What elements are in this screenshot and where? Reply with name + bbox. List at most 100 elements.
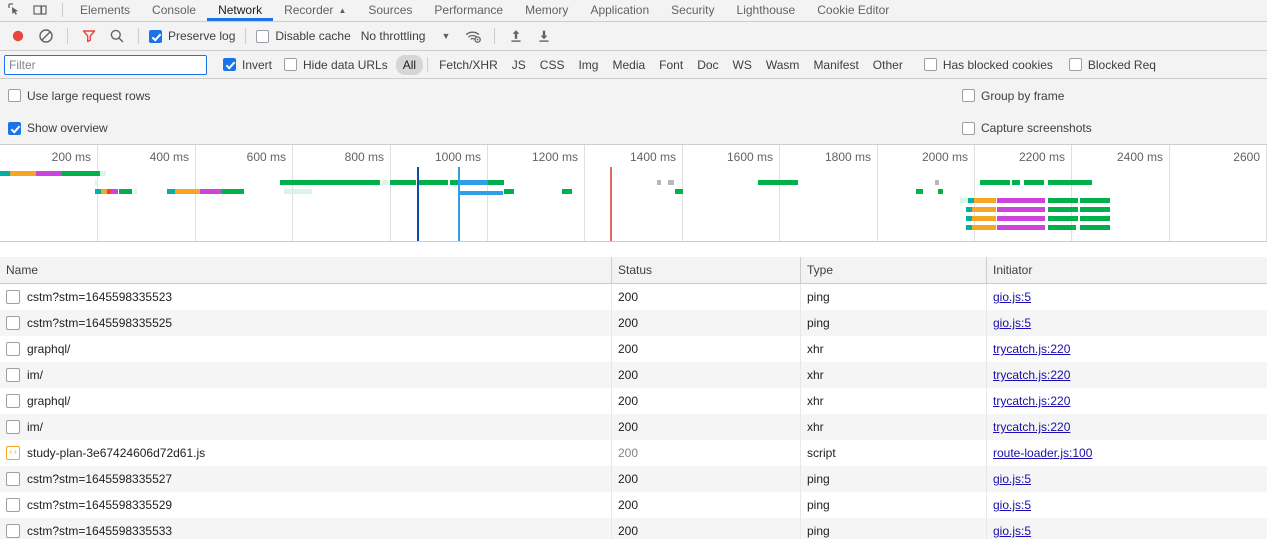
initiator-link[interactable]: gio.js:5 (993, 310, 1031, 336)
table-row[interactable]: cstm?stm=1645598335529 200 ping gio.js:5 (0, 492, 1267, 518)
filter-type-manifest[interactable]: Manifest (806, 55, 865, 75)
throttling-select[interactable]: No throttling (355, 29, 432, 43)
column-header-initiator[interactable]: Initiator (987, 257, 1267, 284)
tab-console[interactable]: Console (141, 0, 207, 21)
initiator-link[interactable]: trycatch.js:220 (993, 388, 1070, 414)
overview-tick-label: 1600 ms (726, 150, 773, 164)
filter-type-wasm[interactable]: Wasm (759, 55, 807, 75)
overview-bar (119, 189, 132, 194)
tab-cookie-editor[interactable]: Cookie Editor (806, 0, 900, 21)
filter-type-fetch-xhr[interactable]: Fetch/XHR (432, 55, 505, 75)
filter-type-js[interactable]: JS (505, 55, 533, 75)
filter-funnel-icon[interactable] (76, 24, 102, 48)
chevron-down-icon[interactable]: ▼ (433, 31, 458, 41)
filter-type-media[interactable]: Media (605, 55, 652, 75)
inspect-element-icon[interactable] (4, 0, 24, 20)
tab-elements[interactable]: Elements (69, 0, 141, 21)
table-row[interactable]: cstm?stm=1645598335533 200 ping gio.js:5 (0, 518, 1267, 539)
table-row[interactable]: cstm?stm=1645598335527 200 ping gio.js:5 (0, 466, 1267, 492)
overview-bar (504, 189, 514, 194)
table-row[interactable]: graphql/200 xhr trycatch.js:220 (0, 336, 1267, 362)
filter-input[interactable] (4, 54, 207, 75)
filter-type-font[interactable]: Font (652, 55, 690, 75)
table-row[interactable]: graphql/200 xhr trycatch.js:220 (0, 388, 1267, 414)
capture-screenshots-box (962, 121, 975, 135)
hide-data-urls-checkbox[interactable]: Hide data URLs (282, 53, 390, 77)
wifi-settings-icon[interactable] (460, 24, 486, 48)
filter-type-img[interactable]: Img (571, 55, 605, 75)
column-header-name[interactable]: Name (0, 257, 612, 284)
overview-bar (300, 189, 312, 194)
overview-tick-label: 600 ms (246, 150, 286, 164)
initiator-link[interactable]: gio.js:5 (993, 466, 1031, 492)
cell-name: cstm?stm=1645598335533 (0, 518, 612, 539)
filter-type-ws[interactable]: WS (726, 55, 759, 75)
overview-bar (111, 189, 118, 194)
upload-arrow-icon[interactable] (503, 24, 529, 48)
overview-bar (488, 180, 504, 185)
tab-application[interactable]: Application (579, 0, 660, 21)
use-large-request-rows-checkbox[interactable]: Use large request rows (6, 84, 152, 108)
cell-type: ping (801, 518, 987, 539)
tab-label: Application (590, 3, 650, 17)
table-row[interactable]: cstm?stm=1645598335523 200 ping gio.js:5 (0, 284, 1267, 310)
tab-label: Network (218, 3, 263, 17)
toolbar-divider-3 (245, 28, 247, 44)
invert-checkbox[interactable]: Invert (221, 53, 274, 77)
clear-button[interactable] (33, 24, 59, 48)
table-row[interactable]: im/200 xhr trycatch.js:220 (0, 362, 1267, 388)
download-arrow-icon[interactable] (531, 24, 557, 48)
request-name: im/ (27, 368, 43, 382)
initiator-link[interactable]: trycatch.js:220 (993, 414, 1070, 440)
tab-performance[interactable]: Performance (423, 0, 514, 21)
initiator-link[interactable]: trycatch.js:220 (993, 362, 1070, 388)
preserve-log-checkbox[interactable]: Preserve log (147, 24, 237, 48)
initiator-link[interactable]: trycatch.js:220 (993, 336, 1070, 362)
network-overview-timeline[interactable]: 200 ms 400 ms 600 ms 800 ms 1000 ms 1200 ms 14… (0, 145, 1267, 242)
search-icon[interactable] (104, 24, 130, 48)
capture-screenshots-checkbox[interactable]: Capture screenshots (960, 116, 1094, 140)
filter-type-other[interactable]: Other (866, 55, 910, 75)
record-button[interactable] (5, 24, 31, 48)
group-by-frame-label: Group by frame (981, 88, 1065, 103)
invert-label: Invert (242, 57, 273, 72)
show-overview-checkbox[interactable]: Show overview (6, 116, 110, 140)
filter-type-css[interactable]: CSS (533, 55, 572, 75)
request-name: graphql/ (27, 394, 71, 408)
has-blocked-cookies-checkbox[interactable]: Has blocked cookies (922, 53, 1055, 77)
device-toolbar-icon[interactable] (30, 0, 50, 20)
initiator-link[interactable]: route-loader.js:100 (993, 440, 1092, 466)
initiator-link[interactable]: gio.js:5 (993, 518, 1031, 539)
group-by-frame-checkbox[interactable]: Group by frame (960, 84, 1066, 108)
overview-bar (972, 207, 996, 212)
tab-recorder[interactable]: Recorder ▲ (273, 0, 357, 21)
column-header-status[interactable]: Status (612, 257, 801, 284)
disable-cache-label: Disable cache (275, 29, 351, 43)
initiator-link[interactable]: gio.js:5 (993, 492, 1031, 518)
overview-tick-label: 2000 ms (921, 150, 968, 164)
cell-type: xhr (801, 414, 987, 440)
table-row[interactable]: im/200 xhr trycatch.js:220 (0, 414, 1267, 440)
overview-tick-label: 2600 (1233, 150, 1260, 164)
use-large-request-rows-box (8, 89, 21, 102)
request-name: im/ (27, 420, 43, 434)
tab-sources[interactable]: Sources (357, 0, 423, 21)
initiator-link[interactable]: gio.js:5 (993, 284, 1031, 310)
overview-tick-label: 200 ms (51, 150, 91, 164)
tab-security[interactable]: Security (660, 0, 725, 21)
document-icon (6, 368, 20, 382)
cell-type: ping (801, 492, 987, 518)
tab-lighthouse[interactable]: Lighthouse (726, 0, 807, 21)
filter-type-doc[interactable]: Doc (690, 55, 725, 75)
cell-type: xhr (801, 362, 987, 388)
column-header-type[interactable]: Type (801, 257, 987, 284)
request-name: cstm?stm=1645598335525 (27, 316, 173, 330)
blocked-requests-checkbox[interactable]: Blocked Req (1067, 53, 1158, 77)
cell-status: 200 (612, 518, 801, 539)
table-row[interactable]: ‹› study-plan-3e67424606d72d61.js 200 scrip… (0, 440, 1267, 466)
tab-network[interactable]: Network (207, 0, 274, 21)
filter-type-all[interactable]: All (395, 54, 424, 75)
table-row[interactable]: cstm?stm=1645598335525 200 ping gio.js:5 (0, 310, 1267, 336)
tab-memory[interactable]: Memory (514, 0, 579, 21)
disable-cache-checkbox[interactable]: Disable cache (254, 24, 352, 48)
